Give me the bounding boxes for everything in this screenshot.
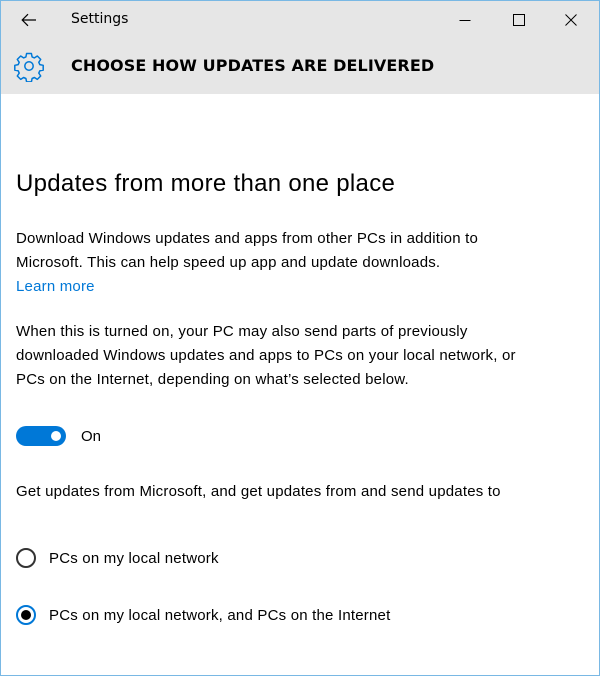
radio-label: PCs on my local network — [49, 549, 219, 567]
toggle-knob — [51, 431, 61, 441]
radio-button-checked[interactable] — [16, 605, 36, 625]
app-title: Settings — [71, 11, 129, 27]
minimize-icon — [459, 20, 471, 21]
back-button[interactable] — [11, 5, 47, 35]
page-title: CHOOSE HOW UPDATES ARE DELIVERED — [71, 56, 435, 75]
radio-button-unchecked[interactable] — [16, 548, 36, 568]
maximize-icon — [513, 14, 525, 26]
radio-option-local-and-internet[interactable]: PCs on my local network, and PCs on the … — [16, 605, 390, 625]
delivery-optimization-toggle-row: On — [16, 426, 101, 446]
description-text: Download Windows updates and apps from o… — [16, 230, 479, 271]
options-prompt: Get updates from Microsoft, and get upda… — [16, 483, 501, 500]
minimize-button[interactable] — [441, 1, 489, 39]
toggle-state-label: On — [81, 427, 102, 445]
close-button[interactable] — [547, 1, 595, 39]
section-title: Updates from more than one place — [16, 170, 396, 197]
details-text: When this is turned on, your PC may also… — [16, 323, 516, 388]
gear-icon — [14, 52, 44, 82]
description-block: Download Windows updates and apps from o… — [16, 227, 546, 299]
settings-window: Settings CHOOSE HOW UPDATES ARE DELIVERE… — [0, 0, 600, 676]
radio-option-local-network[interactable]: PCs on my local network — [16, 548, 219, 568]
title-bar: Settings — [1, 1, 599, 39]
page-header: CHOOSE HOW UPDATES ARE DELIVERED — [1, 39, 599, 94]
close-icon — [565, 14, 577, 26]
radio-dot — [21, 610, 31, 620]
maximize-button[interactable] — [495, 1, 543, 39]
delivery-optimization-toggle[interactable] — [16, 426, 66, 446]
learn-more-link[interactable]: Learn more — [16, 275, 95, 299]
radio-label: PCs on my local network, and PCs on the … — [49, 606, 391, 624]
arrow-left-icon — [21, 13, 36, 27]
